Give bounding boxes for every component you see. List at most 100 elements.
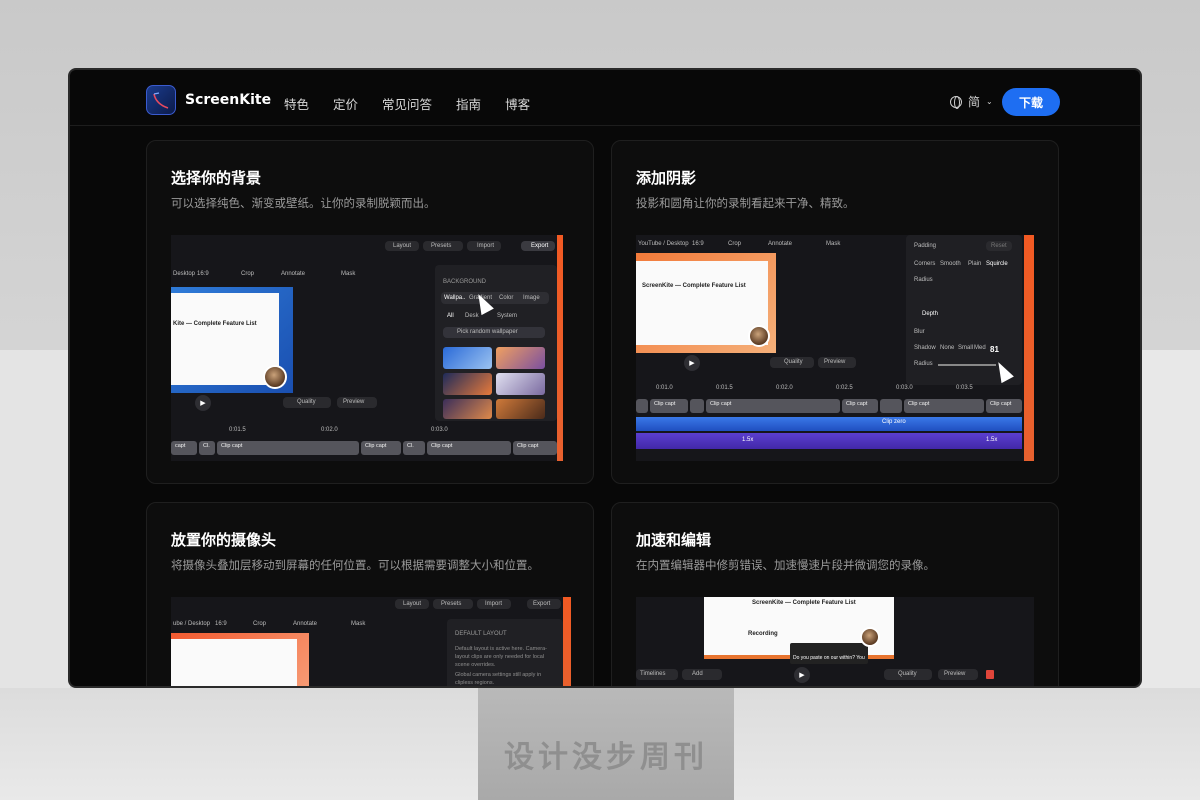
play-button[interactable]: ▶: [684, 355, 700, 371]
card-title: 添加阴影: [636, 169, 697, 187]
time-label: 0:02.0: [321, 427, 338, 433]
nav-link-pricing[interactable]: 定价: [333, 94, 358, 113]
card-title: 加速和编辑: [636, 531, 712, 549]
padding-label: Padding: [914, 243, 937, 249]
tab-image[interactable]: Image: [523, 295, 540, 301]
quality-button[interactable]: Quality: [283, 397, 331, 408]
timeline-clip[interactable]: Clip capt: [986, 399, 1022, 413]
clip-zero-label: Clip zero: [882, 419, 906, 425]
timeline-clip[interactable]: [880, 399, 902, 413]
pick-random-button[interactable]: Pick random wallpaper: [443, 327, 545, 338]
shadow-value: 81: [990, 345, 999, 354]
toolbar-export: Export: [521, 241, 555, 251]
card-description: 将摄像头叠加层移动到屏幕的任何位置。可以根据需要调整大小和位置。: [171, 558, 539, 572]
filter-desktop[interactable]: Desk: [465, 313, 479, 319]
timeline-clip[interactable]: Cl.: [199, 441, 215, 455]
download-button[interactable]: 下载: [1002, 88, 1060, 116]
play-button[interactable]: ▶: [195, 395, 211, 411]
nav-link-blog[interactable]: 博客: [505, 94, 530, 113]
shadow-opt-small[interactable]: Small: [958, 345, 973, 351]
corner-opt-smooth[interactable]: Smooth: [940, 261, 961, 267]
feature-card-edit: 加速和编辑 在内置编辑器中修剪错误、加速慢速片段并微调您的录像。 ScreenK…: [611, 502, 1059, 686]
timeline-clip[interactable]: capt: [171, 441, 197, 455]
corner-opt-plain[interactable]: Plain: [968, 261, 981, 267]
reset-button[interactable]: Reset: [986, 241, 1012, 251]
camera-avatar: [748, 325, 770, 347]
filter-all[interactable]: All: [447, 313, 454, 319]
corners-label: Corners: [914, 261, 936, 267]
clip-label: Clip capt: [710, 401, 732, 407]
clip-label: Clip capt: [654, 401, 676, 407]
timeline-clip[interactable]: [636, 399, 648, 413]
trash-icon[interactable]: [986, 670, 994, 679]
panel-title: BACKGROUND: [443, 279, 487, 285]
play-button[interactable]: ▶: [794, 667, 810, 683]
bar-label: 16:9: [215, 621, 227, 627]
editor-screenshot: Layout Presets Import Export Desktop 16:…: [171, 235, 563, 461]
wallpaper-thumb[interactable]: [443, 399, 492, 419]
chevron-down-icon: ⌄: [986, 97, 993, 106]
timelines-label: Timelines: [640, 671, 666, 677]
filter-system[interactable]: System: [497, 313, 517, 319]
shadow-label: Shadow: [914, 345, 936, 351]
timeline-clip[interactable]: Clip capt: [706, 399, 840, 413]
monitor-screen: ScreenKite 特色 定价 常见问答 指南 博客 简 ⌄ 下载 选择你的背…: [68, 68, 1142, 688]
wallpaper-thumb[interactable]: [496, 373, 545, 395]
app-logo-icon[interactable]: [146, 85, 176, 115]
panel-text: Global camera settings still apply in cl…: [455, 672, 542, 686]
timeline-clip[interactable]: Clip capt: [427, 441, 511, 455]
preview-button[interactable]: Preview: [818, 357, 856, 368]
feature-card-shadow: 添加阴影 投影和圆角让你的录制看起来干净、精致。 YouTube / Deskt…: [611, 140, 1059, 484]
wallpaper-thumb[interactable]: [443, 373, 492, 395]
wallpaper-thumb[interactable]: [443, 347, 492, 369]
bar-label: ube / Desktop: [173, 621, 211, 627]
tab-color[interactable]: Color: [499, 295, 513, 301]
blur-label: Blur: [914, 329, 925, 335]
card-description: 可以选择纯色、渐变或壁纸。让你的录制脱颖而出。: [171, 196, 436, 210]
doc-title: ScreenKite — Complete Feature List: [642, 283, 746, 289]
language-label: 简: [968, 95, 981, 109]
timeline-clip[interactable]: Clip capt: [842, 399, 878, 413]
nav-link-guide[interactable]: 指南: [456, 94, 481, 113]
bar-label: Crop: [253, 621, 267, 627]
navbar: ScreenKite 特色 定价 常见问答 指南 博客 简 ⌄ 下载: [70, 70, 1140, 126]
card-title: 选择你的背景: [171, 169, 262, 187]
editor-screenshot: Layout Presets Import Export ube / Deskt…: [171, 597, 571, 686]
preview-canvas: ScreenKite — Complete Feature List Recor…: [704, 597, 894, 664]
brand-name[interactable]: ScreenKite: [185, 92, 271, 108]
quality-button[interactable]: Quality: [770, 357, 814, 368]
toolbar-label: Import: [485, 601, 503, 607]
timeline-clip[interactable]: Clip capt: [650, 399, 688, 413]
timelines-button[interactable]: Timelines: [636, 669, 678, 680]
timeline-clip[interactable]: Clip capt: [513, 441, 557, 455]
radius-label: Radius: [914, 361, 933, 367]
bar-label: Desktop: [173, 271, 196, 277]
tab-wallpaper[interactable]: Wallpa..: [444, 295, 465, 301]
timeline-clip[interactable]: Clip capt: [217, 441, 359, 455]
clip-label: Clip capt: [221, 443, 243, 449]
preview-button[interactable]: Preview: [938, 669, 978, 680]
time-label: 0:01.0: [656, 385, 673, 391]
timeline-clip[interactable]: Cl.: [403, 441, 425, 455]
nav-link-faq[interactable]: 常见问答: [382, 94, 432, 113]
timeline-clip[interactable]: [690, 399, 704, 413]
layout-panel: DEFAULT LAYOUT Default layout is active …: [447, 619, 563, 686]
preview-button[interactable]: Preview: [337, 397, 377, 408]
speed-track[interactable]: [636, 433, 1022, 449]
background-panel: BACKGROUND Wallpa.. Gradient Color Image…: [435, 265, 557, 421]
language-selector[interactable]: 简 ⌄: [950, 93, 993, 110]
quality-button[interactable]: Quality: [884, 669, 932, 680]
bar-label: Annotate: [293, 621, 318, 627]
shadow-opt-none[interactable]: None: [940, 345, 954, 351]
clip-label: capt: [175, 443, 186, 449]
add-button[interactable]: Add: [682, 669, 722, 680]
timeline-clip[interactable]: Clip capt: [361, 441, 401, 455]
bar-label: 16:9: [692, 241, 704, 247]
corner-opt-squircle[interactable]: Squircle: [986, 261, 1008, 267]
nav-link-features[interactable]: 特色: [284, 94, 309, 113]
timeline-clip[interactable]: Clip capt: [904, 399, 984, 413]
wallpaper-thumb[interactable]: [496, 347, 545, 369]
shadow-opt-med[interactable]: Med: [974, 345, 986, 351]
radius-slider[interactable]: [938, 364, 996, 366]
wallpaper-thumb[interactable]: [496, 399, 545, 419]
